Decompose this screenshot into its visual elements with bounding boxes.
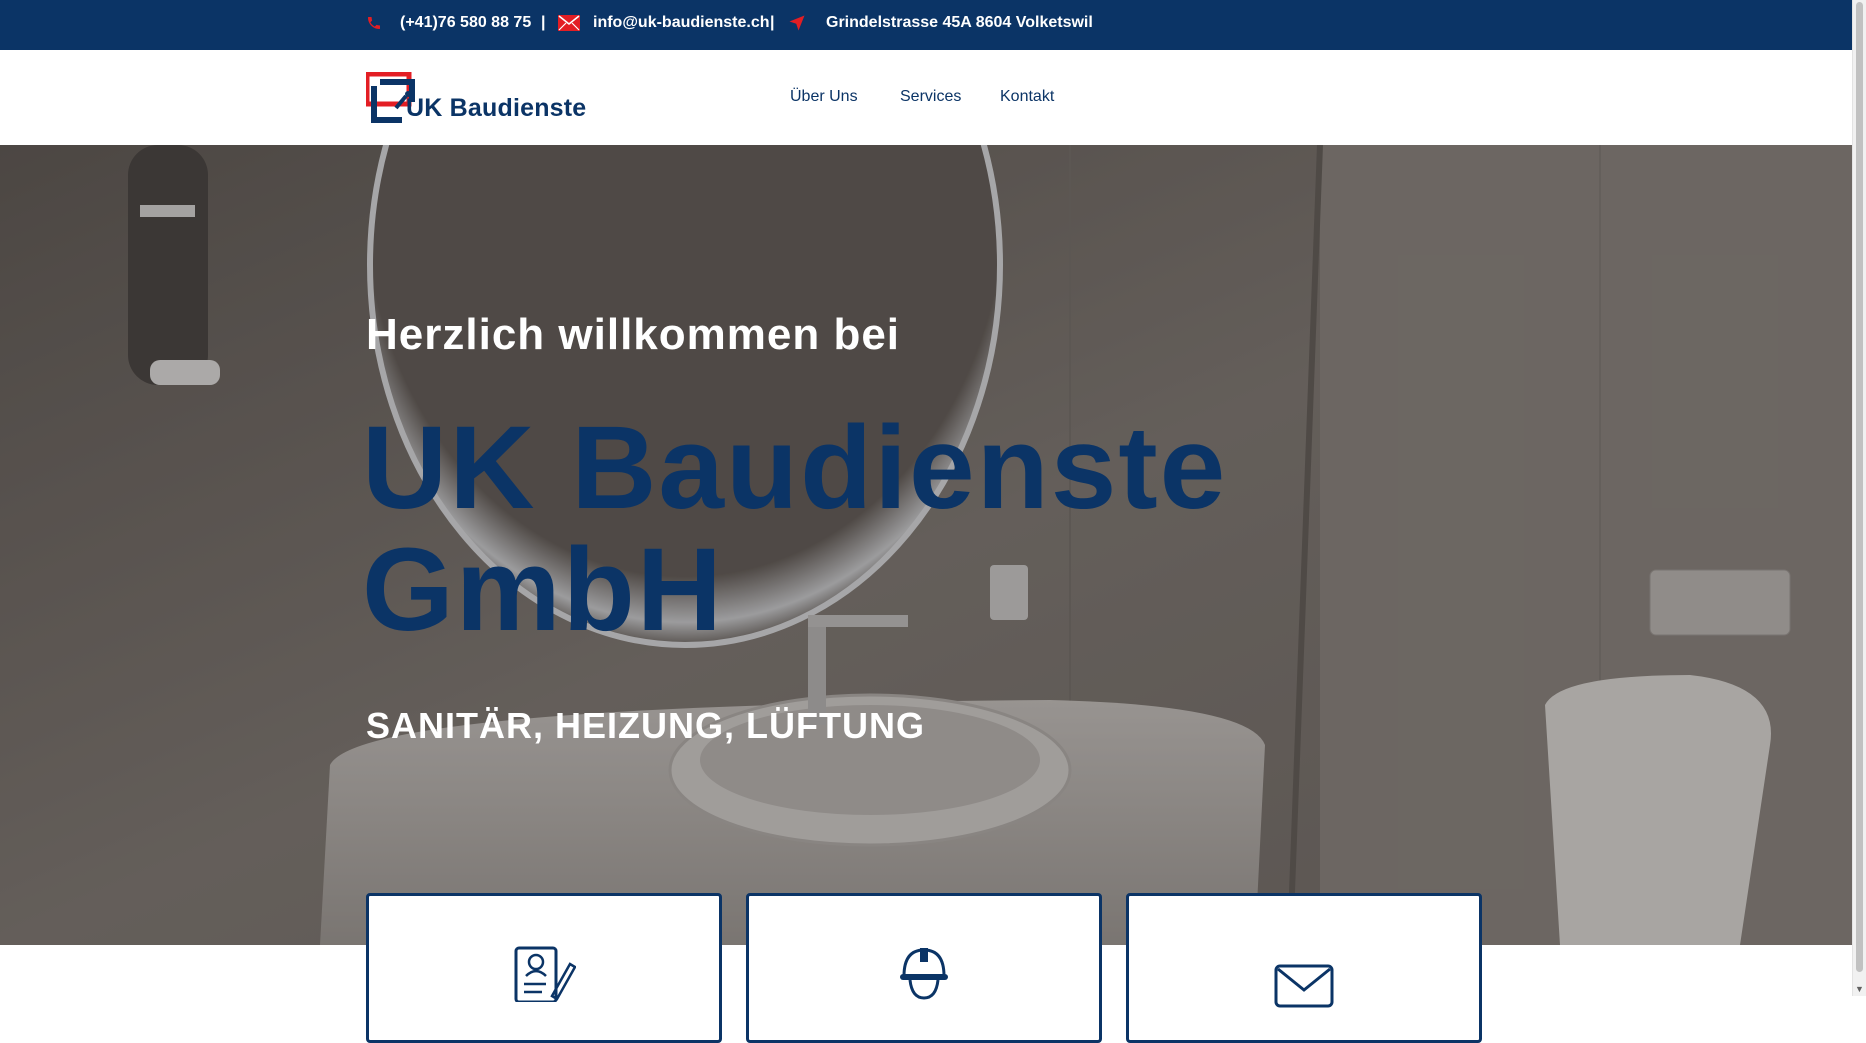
topbar-address[interactable]: Grindelstrasse 45A 8604 Volketswil <box>788 14 1093 32</box>
hero-brand-title: UK Baudienste GmbH <box>362 402 1228 656</box>
nav-item-kontakt[interactable]: Kontakt <box>1000 88 1054 106</box>
hero-section: Herzlich willkommen bei UK Baudienste Gm… <box>0 145 1852 945</box>
feature-card[interactable] <box>1126 893 1482 1043</box>
scroll-down-arrow-icon[interactable]: ▼ <box>1855 984 1864 994</box>
document-edit-icon <box>512 946 577 1007</box>
topbar-email[interactable]: info@uk-baudienste.ch <box>558 14 770 32</box>
location-arrow-icon <box>788 14 806 32</box>
worker-helmet-icon <box>892 946 956 1007</box>
page-scrollbar[interactable]: ▼ <box>1852 0 1866 996</box>
hero-welcome-text: Herzlich willkommen bei <box>366 310 901 359</box>
nav-item-ueber-uns[interactable]: Über Uns <box>790 88 858 106</box>
envelope-icon <box>1274 964 1334 1013</box>
hero-subtitle: SANITÄR, HEIZUNG, LÜFTUNG <box>366 705 925 746</box>
separator: | <box>770 14 775 31</box>
separator: | <box>541 14 546 31</box>
feature-card[interactable] <box>746 893 1102 1043</box>
site-header: UK Baudienste Über Uns Services Kontakt <box>0 50 1852 146</box>
mail-icon <box>558 15 580 31</box>
feature-card[interactable] <box>366 893 722 1043</box>
logo-text: UK Baudienste <box>406 94 587 122</box>
email-address: info@uk-baudienste.ch <box>593 14 770 31</box>
phone-number: (+41)76 580 88 75 <box>400 14 532 31</box>
address-text: Grindelstrasse 45A 8604 Volketswil <box>826 14 1093 31</box>
scrollbar-thumb[interactable] <box>1856 2 1863 972</box>
top-contact-bar: (+41)76 580 88 75 | info@uk-baudienste.c… <box>0 0 1852 50</box>
logo[interactable]: UK Baudienste <box>366 72 586 128</box>
phone-icon <box>366 15 382 31</box>
topbar-phone[interactable]: (+41)76 580 88 75 <box>366 14 531 32</box>
nav-item-services[interactable]: Services <box>900 88 961 106</box>
